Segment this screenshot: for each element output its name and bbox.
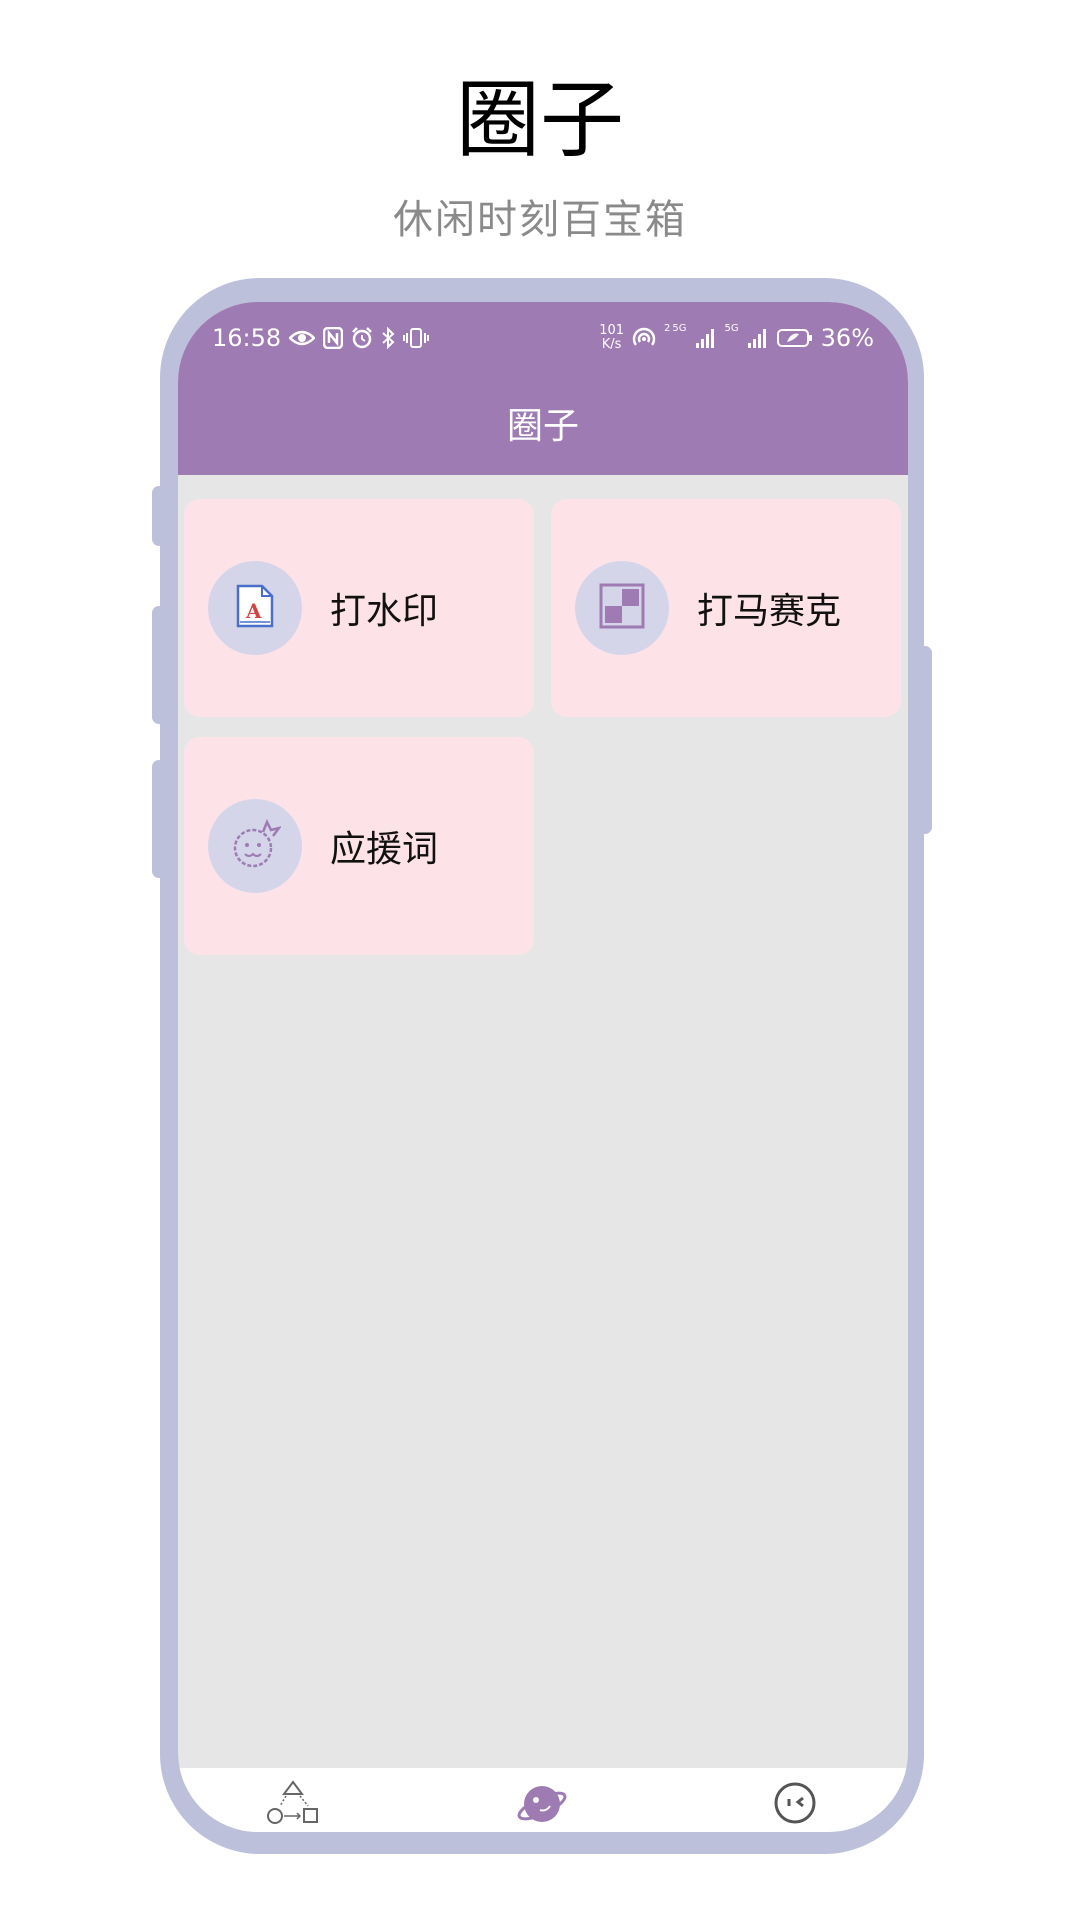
icon-circle: A (208, 561, 302, 655)
status-time: 16:58 (212, 324, 282, 352)
phone-side-button (152, 486, 166, 546)
icon-circle (575, 561, 669, 655)
app-bar: 16:58 101 K/s 2 5G 5G 36% 圈子 (178, 302, 908, 475)
phone-power-button (918, 646, 932, 834)
card-cheer[interactable]: 应援词 (184, 737, 534, 955)
phone-side-button (152, 606, 166, 724)
page-title: 圈子 (506, 406, 579, 447)
battery-percent: 36% (820, 324, 874, 352)
vibrate-icon (403, 327, 430, 349)
promo-subtitle: 休闲时刻百宝箱 (393, 197, 687, 243)
eye-icon (289, 329, 316, 347)
icon-circle (208, 799, 302, 893)
signal-icon (747, 328, 769, 348)
planet-icon (516, 1786, 568, 1832)
card-label: 应援词 (330, 829, 439, 870)
card-label: 打马赛克 (697, 591, 842, 632)
card-mosaic[interactable]: 打马赛克 (551, 499, 901, 717)
bottom-nav (178, 1768, 908, 1832)
sim2-network: 5G (724, 323, 739, 334)
phone-side-button (152, 760, 166, 878)
watermark-document-icon: A (236, 584, 274, 632)
cheer-face-icon (229, 818, 283, 874)
nfc-icon (323, 327, 344, 349)
nav-item-shapes[interactable] (266, 1780, 320, 1830)
status-bar-left: 16:58 (212, 324, 430, 352)
alarm-icon (351, 327, 373, 349)
sim1-label: 2 (664, 323, 671, 334)
shapes-icon (266, 1780, 320, 1830)
nav-item-face[interactable] (772, 1780, 818, 1830)
promo-title: 圈子 (455, 71, 624, 169)
phone-screen: 16:58 101 K/s 2 5G 5G 36% 圈子 A 打水印 打马赛克 … (178, 302, 908, 1832)
net-speed: 101 K/s (599, 323, 625, 352)
sim1-network: 5G (672, 323, 687, 334)
card-watermark[interactable]: A 打水印 (184, 499, 534, 717)
svg-text:A: A (245, 599, 262, 623)
signal-icon (695, 328, 717, 348)
status-bar-right: 101 K/s 2 5G 5G 36% (599, 323, 874, 353)
battery-icon (776, 328, 813, 348)
bluetooth-icon (381, 327, 395, 349)
hotspot-icon (632, 327, 656, 349)
face-icon (772, 1782, 818, 1830)
card-label: 打水印 (330, 591, 439, 632)
nav-item-planet[interactable] (516, 1780, 568, 1832)
mosaic-icon (599, 583, 645, 633)
